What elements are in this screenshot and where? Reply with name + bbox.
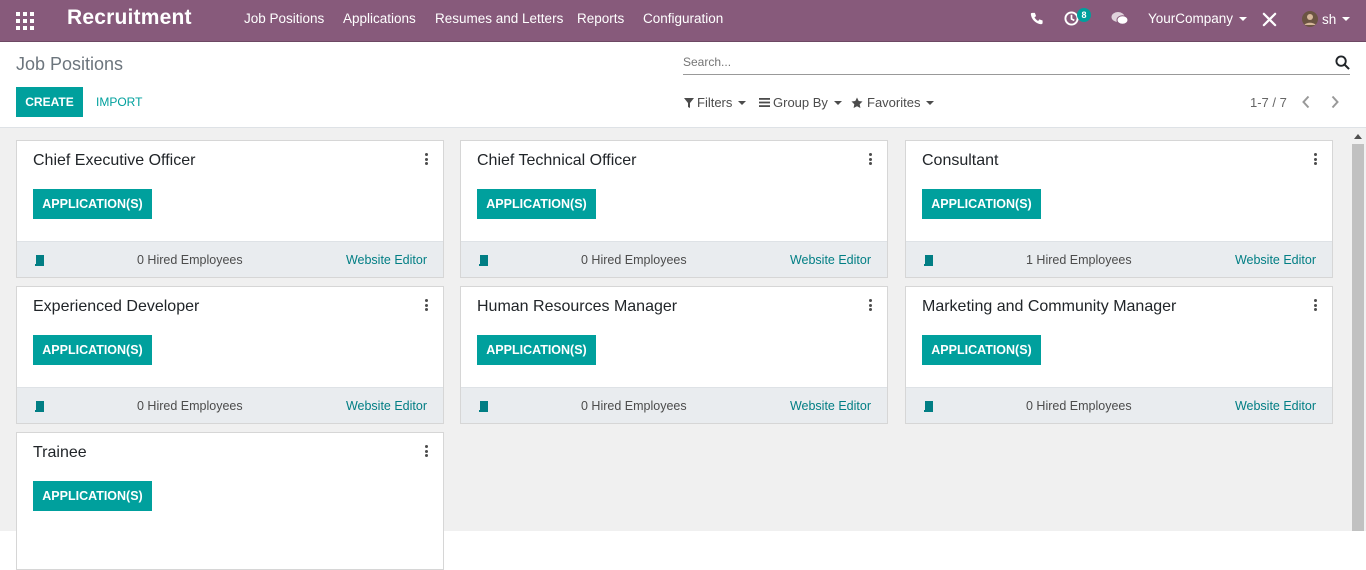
job-card[interactable]: Chief Technical Officer APPLICATION(S) 0 H… [460,140,888,278]
applications-button[interactable]: APPLICATION(S) [33,189,152,219]
app-brand[interactable]: Recruitment [67,6,192,30]
groupby-label: Group By [773,95,828,110]
more-options-icon[interactable] [1314,153,1318,165]
pager-value[interactable]: 1-7 / 7 [1250,95,1287,110]
job-title[interactable]: Marketing and Community Manager [922,298,1176,316]
chat-icon[interactable] [1111,11,1129,26]
scroll-up-arrow[interactable] [1354,134,1362,139]
chevron-right-icon[interactable] [1330,95,1340,109]
card-footer: 0 Hired Employees Website Editor [17,241,443,277]
card-footer: 0 Hired Employees Website Editor [17,387,443,423]
job-title[interactable]: Human Resources Manager [477,298,677,316]
applications-button[interactable]: APPLICATION(S) [33,335,152,365]
menu-reports[interactable]: Reports [577,11,624,26]
job-card[interactable]: Experienced Developer APPLICATION(S) 0 Hir… [16,286,444,424]
filters-dropdown[interactable]: Filters [684,95,747,110]
website-editor-link[interactable]: Website Editor [790,253,871,267]
job-title[interactable]: Consultant [922,152,999,170]
company-switcher[interactable]: YourCompany [1148,11,1248,26]
more-options-icon[interactable] [869,299,873,311]
user-name: sh [1322,11,1337,27]
more-options-icon[interactable] [425,153,429,165]
filter-icon [684,97,694,108]
create-button[interactable]: CREATE [16,87,83,117]
top-navbar: Recruitment Job Positions Applications R… [0,0,1366,42]
import-button[interactable]: IMPORT [96,87,142,117]
applications-button[interactable]: APPLICATION(S) [922,335,1041,365]
phone-icon[interactable] [1030,12,1043,25]
applications-button[interactable]: APPLICATION(S) [33,481,152,511]
book-icon[interactable] [923,401,934,412]
activity-count-badge: 8 [1077,8,1091,22]
menu-resumes-and-letters[interactable]: Resumes and Letters [435,11,563,26]
page-title: Job Positions [16,54,124,74]
website-editor-link[interactable]: Website Editor [1235,399,1316,413]
book-icon[interactable] [34,255,45,266]
search-input[interactable] [683,55,1313,69]
groupby-dropdown[interactable]: Group By [759,95,842,110]
job-title[interactable]: Trainee [33,444,87,462]
more-options-icon[interactable] [425,445,429,457]
book-icon[interactable] [478,401,489,412]
job-card[interactable]: Trainee APPLICATION(S) [16,432,444,570]
more-options-icon[interactable] [425,299,429,311]
star-icon [851,97,863,108]
card-footer: 0 Hired Employees Website Editor [461,241,887,277]
favorites-dropdown[interactable]: Favorites [851,95,935,110]
menu-job-positions[interactable]: Job Positions [244,11,324,26]
more-options-icon[interactable] [1314,299,1318,311]
hired-employees-count: 0 Hired Employees [137,399,243,413]
avatar [1302,11,1318,27]
company-name: YourCompany [1148,11,1234,26]
chevron-down-icon [1342,17,1351,21]
apps-grid-icon[interactable] [16,12,34,30]
hired-employees-count: 0 Hired Employees [1026,399,1132,413]
chevron-down-icon [833,100,842,105]
website-editor-link[interactable]: Website Editor [346,253,427,267]
job-title[interactable]: Chief Technical Officer [477,152,636,170]
card-footer: 1 Hired Employees Website Editor [906,241,1332,277]
search-bar [683,53,1350,75]
job-card[interactable]: Chief Executive Officer APPLICATION(S) 0 H… [16,140,444,278]
chevron-down-icon [926,100,935,105]
debug-icon[interactable] [1262,12,1277,27]
menu-applications[interactable]: Applications [343,11,416,26]
menu-configuration[interactable]: Configuration [643,11,723,26]
more-options-icon[interactable] [869,153,873,165]
filters-label: Filters [697,95,733,110]
user-menu[interactable]: sh [1302,11,1351,27]
vertical-scrollbar[interactable] [1350,128,1366,531]
job-title[interactable]: Chief Executive Officer [33,152,195,170]
hired-employees-count: 0 Hired Employees [581,253,687,267]
applications-button[interactable]: APPLICATION(S) [477,189,596,219]
hired-employees-count: 0 Hired Employees [137,253,243,267]
applications-button[interactable]: APPLICATION(S) [477,335,596,365]
book-icon[interactable] [478,255,489,266]
hired-employees-count: 1 Hired Employees [1026,253,1132,267]
job-card[interactable]: Consultant APPLICATION(S) 1 Hired Employee… [905,140,1333,278]
chevron-down-icon [738,100,747,105]
job-title[interactable]: Experienced Developer [33,298,199,316]
book-icon[interactable] [34,401,45,412]
website-editor-link[interactable]: Website Editor [346,399,427,413]
applications-button[interactable]: APPLICATION(S) [922,189,1041,219]
card-footer: 0 Hired Employees Website Editor [461,387,887,423]
website-editor-link[interactable]: Website Editor [1235,253,1316,267]
book-icon[interactable] [923,255,934,266]
favorites-label: Favorites [867,95,921,110]
chevron-left-icon[interactable] [1301,95,1311,109]
job-card[interactable]: Marketing and Community Manager APPLICATI… [905,286,1333,424]
chevron-down-icon [1239,17,1248,22]
scrollbar-thumb[interactable] [1352,144,1364,531]
job-card[interactable]: Human Resources Manager APPLICATION(S) 0 H… [460,286,888,424]
website-editor-link[interactable]: Website Editor [790,399,871,413]
list-icon [759,98,770,107]
hired-employees-count: 0 Hired Employees [581,399,687,413]
search-icon[interactable] [1335,55,1350,70]
card-footer: 0 Hired Employees Website Editor [906,387,1332,423]
